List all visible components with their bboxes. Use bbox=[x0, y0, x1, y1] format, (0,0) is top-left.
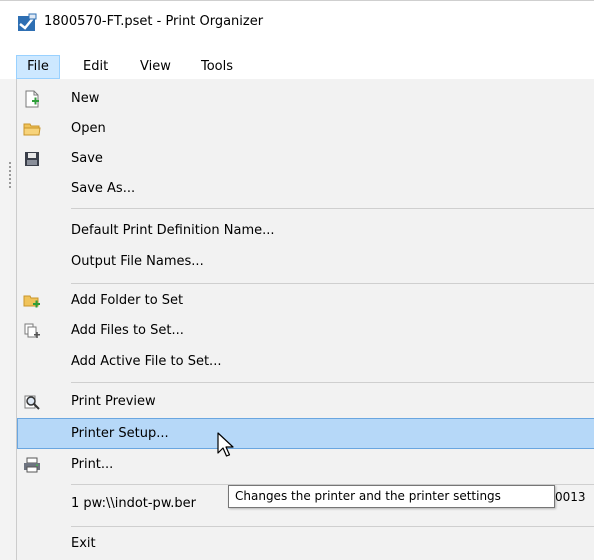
menu-item-default-print-definition-name[interactable]: Default Print Definition Name... bbox=[17, 216, 594, 246]
menu-item-exit[interactable]: Exit bbox=[17, 529, 594, 559]
menu-tools[interactable]: Tools bbox=[201, 55, 233, 79]
menu-item-label: Open bbox=[71, 121, 106, 136]
toolbar-strip bbox=[0, 79, 16, 560]
menu-item-label: Save As... bbox=[71, 181, 136, 196]
menu-item-printer-setup[interactable]: Printer Setup... bbox=[17, 418, 594, 449]
tooltip: Changes the printer and the printer sett… bbox=[228, 485, 555, 508]
menu-item-new[interactable]: New bbox=[17, 84, 594, 114]
menu-separator bbox=[71, 208, 594, 209]
menu-view[interactable]: View bbox=[140, 55, 171, 79]
menu-separator bbox=[71, 283, 594, 284]
menu-item-add-folder-to-set[interactable]: Add Folder to Set bbox=[17, 286, 594, 316]
print-preview-icon bbox=[24, 395, 40, 410]
menu-item-label: Add Files to Set... bbox=[71, 323, 184, 338]
menu-separator bbox=[71, 382, 594, 383]
window-title: 1800570-FT.pset - Print Organizer bbox=[44, 14, 264, 29]
menu-item-label: Print... bbox=[71, 457, 114, 472]
mouse-pointer-icon bbox=[217, 432, 234, 457]
add-files-icon bbox=[24, 323, 40, 338]
menu-item-label: Default Print Definition Name... bbox=[71, 223, 275, 238]
menu-item-label: Exit bbox=[71, 536, 96, 551]
new-file-icon bbox=[25, 90, 39, 108]
save-disk-icon bbox=[25, 152, 39, 166]
menu-item-label: 1 pw:\\indot-pw.ber bbox=[71, 496, 196, 511]
menu-item-add-files-to-set[interactable]: Add Files to Set... bbox=[17, 316, 594, 346]
menu-separator bbox=[71, 526, 594, 527]
menu-item-save-as[interactable]: Save As... bbox=[17, 174, 594, 204]
add-folder-icon bbox=[23, 295, 40, 308]
menu-bar: File Edit View Tools bbox=[0, 55, 594, 79]
menu-edit[interactable]: Edit bbox=[83, 55, 108, 79]
menu-item-label: Save bbox=[71, 151, 103, 166]
menu-item-print-preview[interactable]: Print Preview bbox=[17, 387, 594, 417]
menu-item-label: Print Preview bbox=[71, 394, 156, 409]
open-folder-icon bbox=[23, 123, 41, 136]
menu-item-save[interactable]: Save bbox=[17, 144, 594, 174]
menu-item-label: Output File Names... bbox=[71, 254, 204, 269]
menu-file[interactable]: File bbox=[16, 55, 60, 79]
print-organizer-icon bbox=[18, 13, 37, 31]
menu-item-print[interactable]: Print... bbox=[17, 450, 594, 480]
toolbar-grip[interactable] bbox=[9, 162, 11, 188]
menu-item-output-file-names[interactable]: Output File Names... bbox=[17, 247, 594, 277]
title-bar: 1800570-FT.pset - Print Organizer bbox=[0, 0, 594, 45]
menu-item-label: Add Folder to Set bbox=[71, 293, 184, 308]
menu-item-label: New bbox=[71, 91, 100, 106]
menu-item-label: Printer Setup... bbox=[71, 426, 169, 441]
menu-item-open[interactable]: Open bbox=[17, 114, 594, 144]
printer-icon bbox=[24, 457, 40, 473]
menu-item-add-active-file-to-set[interactable]: Add Active File to Set... bbox=[17, 347, 594, 377]
menu-item-label: Add Active File to Set... bbox=[71, 354, 222, 369]
recent-file-path-tail: 0013 bbox=[555, 490, 586, 504]
